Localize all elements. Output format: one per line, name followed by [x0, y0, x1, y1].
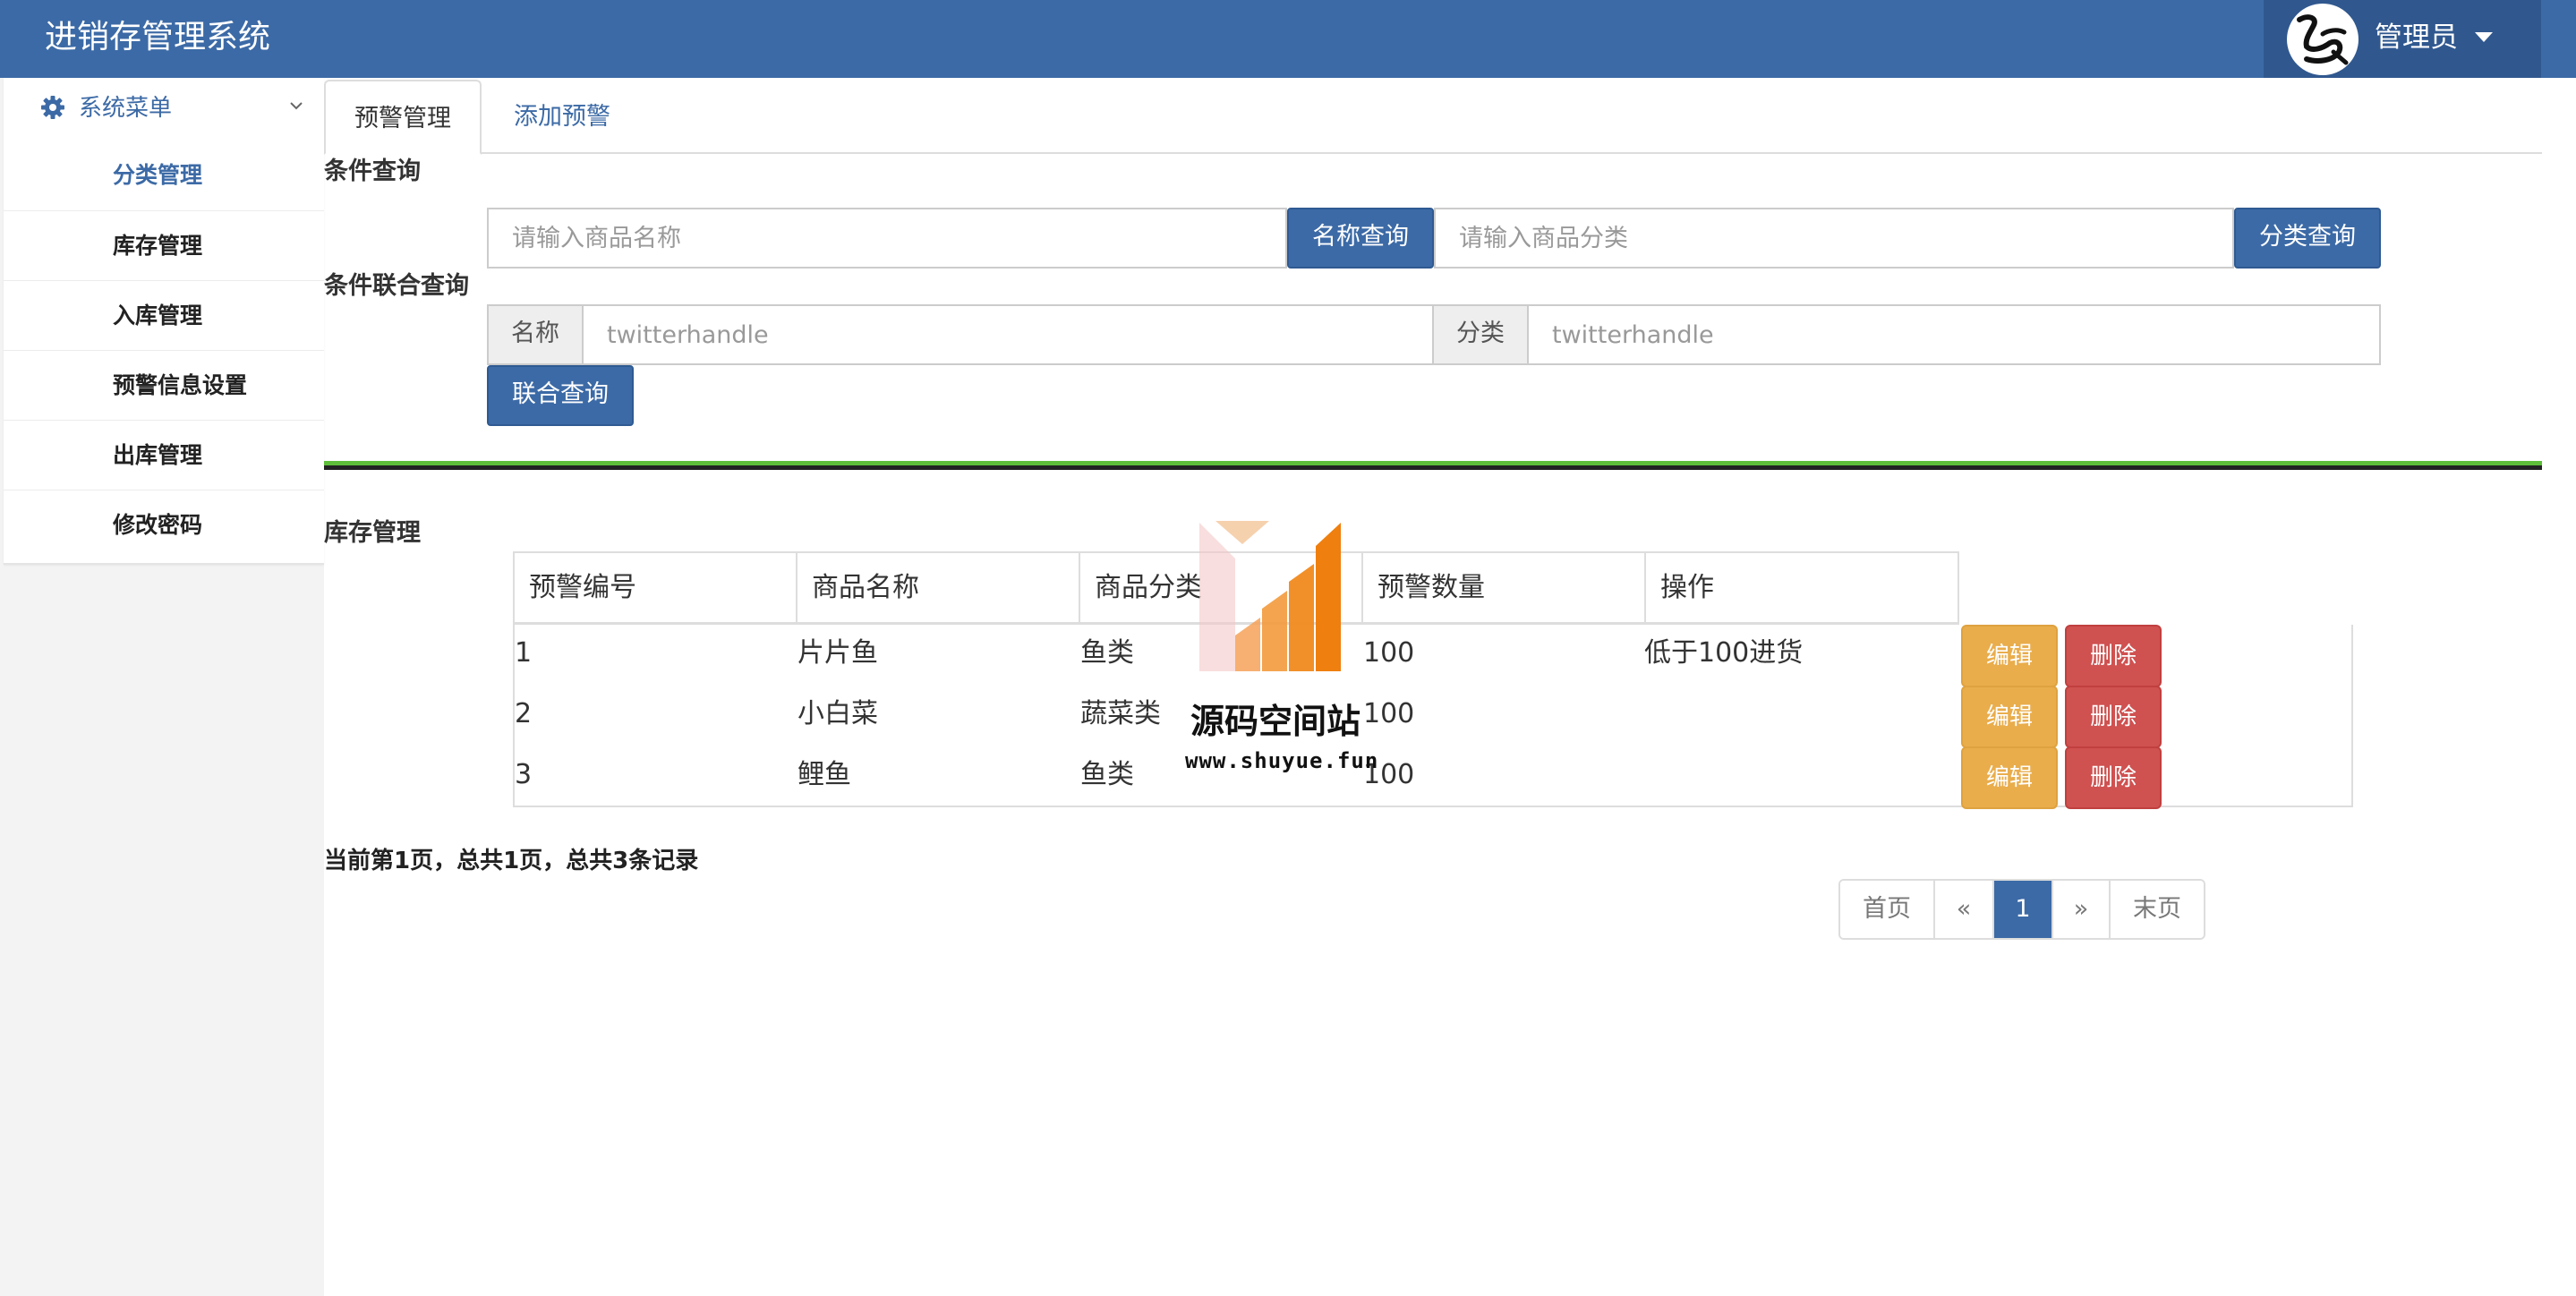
product-name-input[interactable] — [487, 208, 1287, 269]
section-divider — [324, 461, 2542, 470]
menu-header[interactable]: 系统菜单 — [4, 78, 324, 141]
first-page-button[interactable]: 首页 — [1840, 881, 1935, 938]
pagination: 首页 « 1 » 末页 — [1838, 879, 2205, 940]
cell-note: 低于100进货 — [1644, 637, 1804, 669]
sidebar-item-label: 出库管理 — [113, 442, 203, 468]
edit-button[interactable]: 编辑 — [1961, 625, 2058, 687]
page-info: 当前第1页，总共1页，总共3条记录 — [324, 848, 699, 874]
tab-add-alert[interactable]: 添加预警 — [485, 80, 639, 155]
sidebar-item-label: 分类管理 — [113, 162, 203, 188]
joint-category-input[interactable] — [1527, 304, 2381, 365]
column-header-product-name: 商品名称 — [798, 553, 1080, 623]
gear-icon — [41, 96, 64, 119]
top-navbar: 进销存管理系统 管理员 — [0, 0, 2576, 78]
cell-alert-id: 2 — [515, 698, 533, 729]
sidebar-item-label: 预警信息设置 — [113, 372, 248, 398]
system-menu: 系统菜单 分类管理 库存管理 入库管理 预警信息设置 出库管理 修改密码 — [4, 78, 324, 565]
avatar[interactable] — [2287, 4, 2358, 75]
cell-product-name: 鲤鱼 — [798, 759, 851, 790]
sidebar-item-stock-in[interactable]: 入库管理 — [4, 280, 324, 350]
sidebar-item-label: 修改密码 — [113, 512, 203, 538]
joint-query-button[interactable]: 联合查询 — [487, 365, 634, 426]
delete-button[interactable]: 删除 — [2065, 625, 2162, 687]
tab-bar: 预警管理 添加预警 — [324, 78, 2542, 155]
sidebar: 系统菜单 分类管理 库存管理 入库管理 预警信息设置 出库管理 修改密码 — [0, 78, 324, 1296]
delete-button[interactable]: 删除 — [2065, 686, 2162, 748]
last-page-button[interactable]: 末页 — [2111, 881, 2204, 938]
sidebar-item-stock-out[interactable]: 出库管理 — [4, 420, 324, 490]
user-name[interactable]: 管理员 — [2375, 18, 2458, 57]
cell-category: 蔬菜类 — [1080, 698, 1161, 729]
cell-alert-id: 3 — [515, 759, 533, 790]
sidebar-item-inventory[interactable]: 库存管理 — [4, 210, 324, 280]
page-1-button[interactable]: 1 — [1994, 881, 2053, 938]
cell-category: 鱼类 — [1080, 637, 1134, 669]
caret-down-icon[interactable] — [2475, 32, 2493, 42]
edit-button[interactable]: 编辑 — [1961, 686, 2058, 748]
cell-product-name: 小白菜 — [798, 698, 878, 729]
query-section-label: 条件查询 — [324, 158, 421, 185]
menu-header-label: 系统菜单 — [79, 95, 173, 122]
watermark-text: 源码空间站 — [1190, 702, 1361, 741]
user-menu[interactable]: 管理员 — [2264, 0, 2541, 78]
watermark-url: www.shuyue.fun — [1185, 748, 1379, 773]
sidebar-item-alert-settings[interactable]: 预警信息设置 — [4, 350, 324, 420]
sidebar-item-change-password[interactable]: 修改密码 — [4, 490, 324, 559]
sidebar-item-category[interactable]: 分类管理 — [4, 141, 324, 210]
name-addon: 名称 — [487, 304, 584, 365]
joint-name-input[interactable] — [582, 304, 1434, 365]
table-section-label: 库存管理 — [324, 519, 421, 547]
edit-button[interactable]: 编辑 — [1961, 746, 2058, 809]
avatar-figure-icon — [2297, 14, 2349, 65]
category-addon: 分类 — [1432, 304, 1529, 365]
chevron-down-icon[interactable] — [288, 98, 304, 114]
watermark-logo-icon — [1199, 521, 1341, 671]
joint-query-section-label: 条件联合查询 — [324, 272, 469, 300]
name-query-button[interactable]: 名称查询 — [1287, 208, 1434, 269]
column-header-actions: 操作 — [1660, 572, 1714, 603]
next-page-button[interactable]: » — [2053, 881, 2111, 938]
sidebar-item-label: 入库管理 — [113, 303, 203, 328]
delete-button[interactable]: 删除 — [2065, 746, 2162, 809]
column-header-alert-id: 预警编号 — [515, 553, 798, 623]
tab-alert-management[interactable]: 预警管理 — [324, 80, 482, 155]
cell-category: 鱼类 — [1080, 759, 1134, 790]
cell-product-name: 片片鱼 — [798, 637, 878, 669]
category-query-button[interactable]: 分类查询 — [2234, 208, 2381, 269]
sidebar-item-label: 库存管理 — [113, 233, 203, 259]
app-title: 进销存管理系统 — [45, 19, 271, 55]
cell-alert-id: 1 — [515, 637, 533, 669]
product-category-input[interactable] — [1434, 208, 2234, 269]
prev-page-button[interactable]: « — [1935, 881, 1994, 938]
